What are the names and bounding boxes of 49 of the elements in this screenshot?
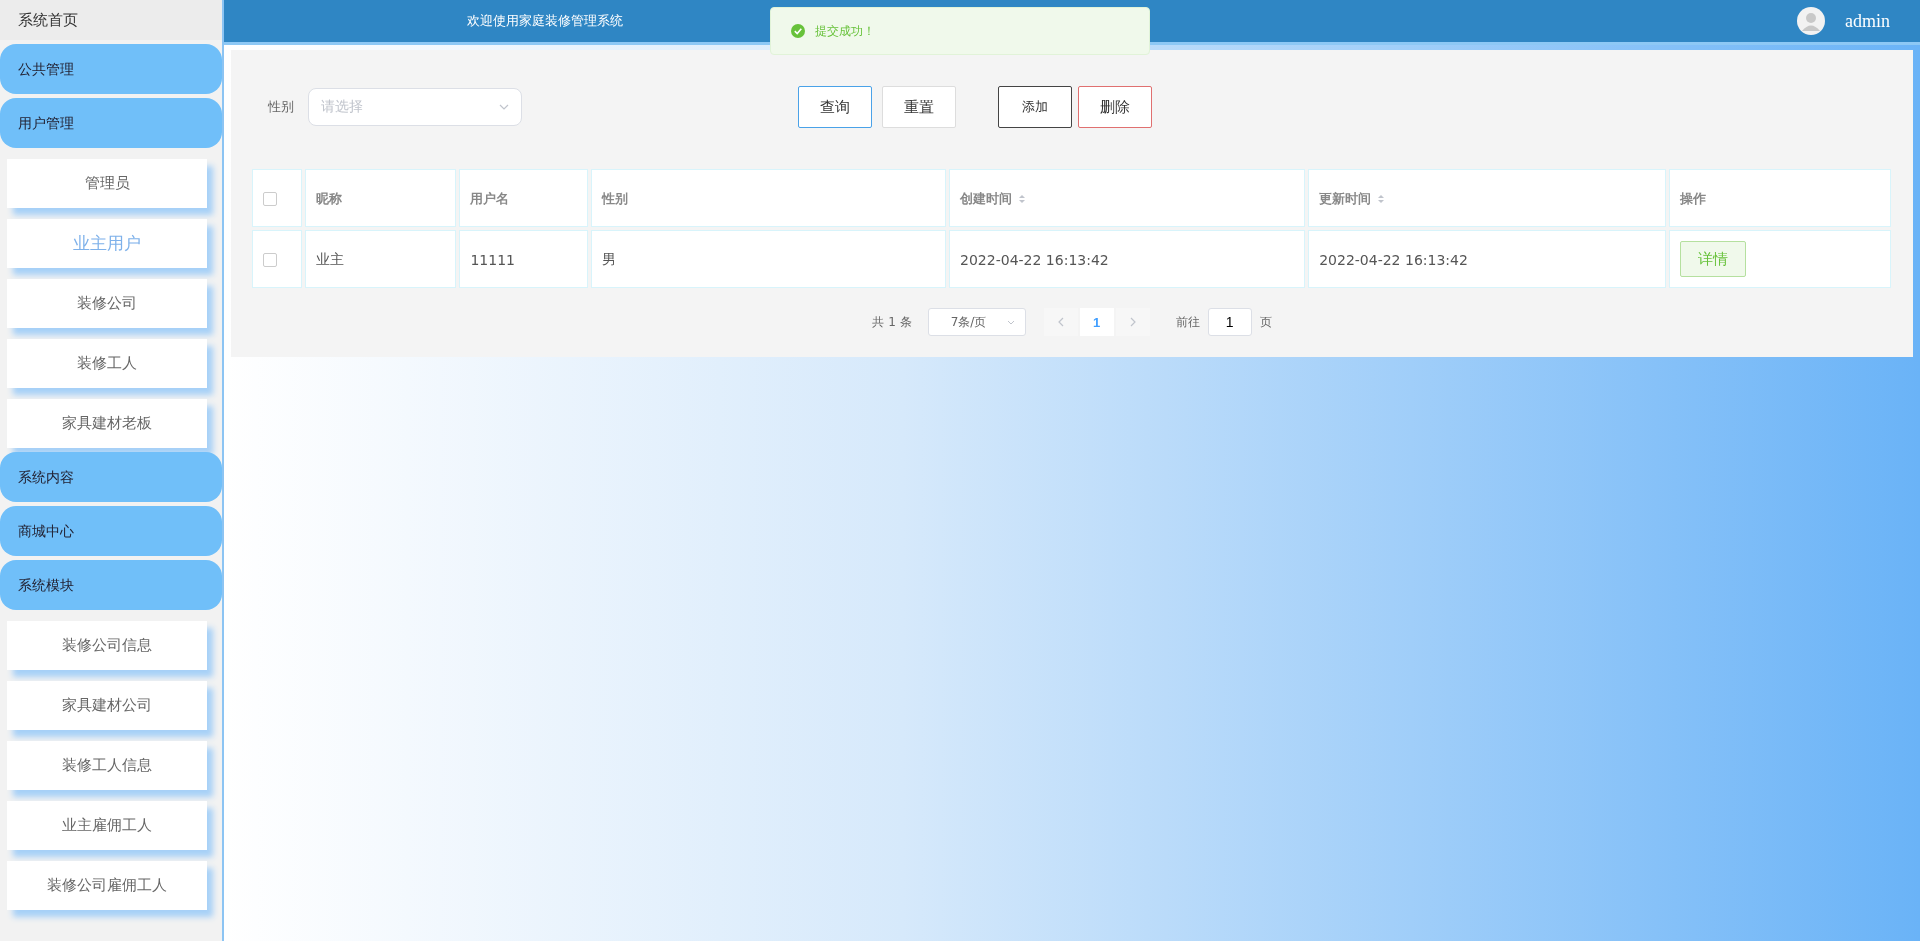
column-header: 性别: [602, 190, 629, 208]
submenu-item[interactable]: 家具建材老板: [7, 399, 207, 448]
column-header: 操作: [1680, 190, 1707, 208]
submenu-item[interactable]: 装修公司信息: [7, 621, 207, 670]
checkbox[interactable]: [263, 253, 277, 267]
success-icon: [791, 24, 805, 38]
table-cell: 11111: [470, 251, 515, 268]
table-cell: 业主: [316, 251, 345, 267]
chevron-down-icon: [1006, 319, 1015, 325]
table-cell: 2022-04-22 16:13:42: [1319, 251, 1468, 268]
toast-message: 提交成功！: [815, 22, 875, 40]
sort-icon: [1018, 194, 1027, 204]
table-cell: 男: [602, 251, 617, 267]
page-size-select[interactable]: 7条/页: [927, 308, 1026, 336]
sort-icon: [1377, 194, 1386, 204]
submenu-item[interactable]: 装修工人: [7, 339, 207, 388]
add-button[interactable]: 添加: [998, 86, 1072, 128]
column-header: 更新时间: [1319, 190, 1372, 208]
submenu-item[interactable]: 管理员: [7, 159, 207, 208]
submenu-item[interactable]: 装修公司: [7, 279, 207, 328]
table-cell: 2022-04-22 16:13:42: [960, 251, 1109, 268]
menu-group[interactable]: 用户管理: [0, 98, 222, 148]
column-header: 昵称: [316, 190, 343, 208]
chevron-right-icon: [1129, 317, 1136, 327]
menu-group[interactable]: 公共管理: [0, 44, 222, 94]
filter-label: 性别: [268, 98, 294, 116]
column-header: 用户名: [470, 190, 510, 208]
chevron-left-icon: [1057, 317, 1064, 327]
system-title: 欢迎使用家庭装修管理系统: [467, 12, 623, 30]
reset-button[interactable]: 重置: [882, 86, 956, 128]
page-suffix: 页: [1259, 313, 1272, 331]
page-input[interactable]: 1: [1207, 308, 1252, 336]
column-header: 创建时间: [960, 190, 1013, 208]
menu-group[interactable]: 系统内容: [0, 452, 222, 502]
username[interactable]: admin: [1845, 10, 1890, 32]
home-menu-item[interactable]: 系统首页: [0, 0, 222, 40]
submenu-item[interactable]: 业主雇佣工人: [7, 801, 207, 850]
delete-button[interactable]: 删除: [1078, 86, 1152, 128]
goto-label: 前往: [1175, 313, 1200, 331]
checkbox[interactable]: [263, 192, 277, 206]
menu-group[interactable]: 系统模块: [0, 560, 222, 610]
submenu-item[interactable]: 家具建材公司: [7, 681, 207, 730]
avatar-icon: [1797, 7, 1825, 35]
submenu-item[interactable]: 装修公司雇佣工人: [7, 861, 207, 910]
chevron-down-icon: [499, 104, 509, 110]
submenu-item[interactable]: 装修工人信息: [7, 741, 207, 790]
menu-group[interactable]: 商城中心: [0, 506, 222, 556]
total-count: 共 1 条: [872, 313, 912, 331]
search-button[interactable]: 查询: [798, 86, 872, 128]
